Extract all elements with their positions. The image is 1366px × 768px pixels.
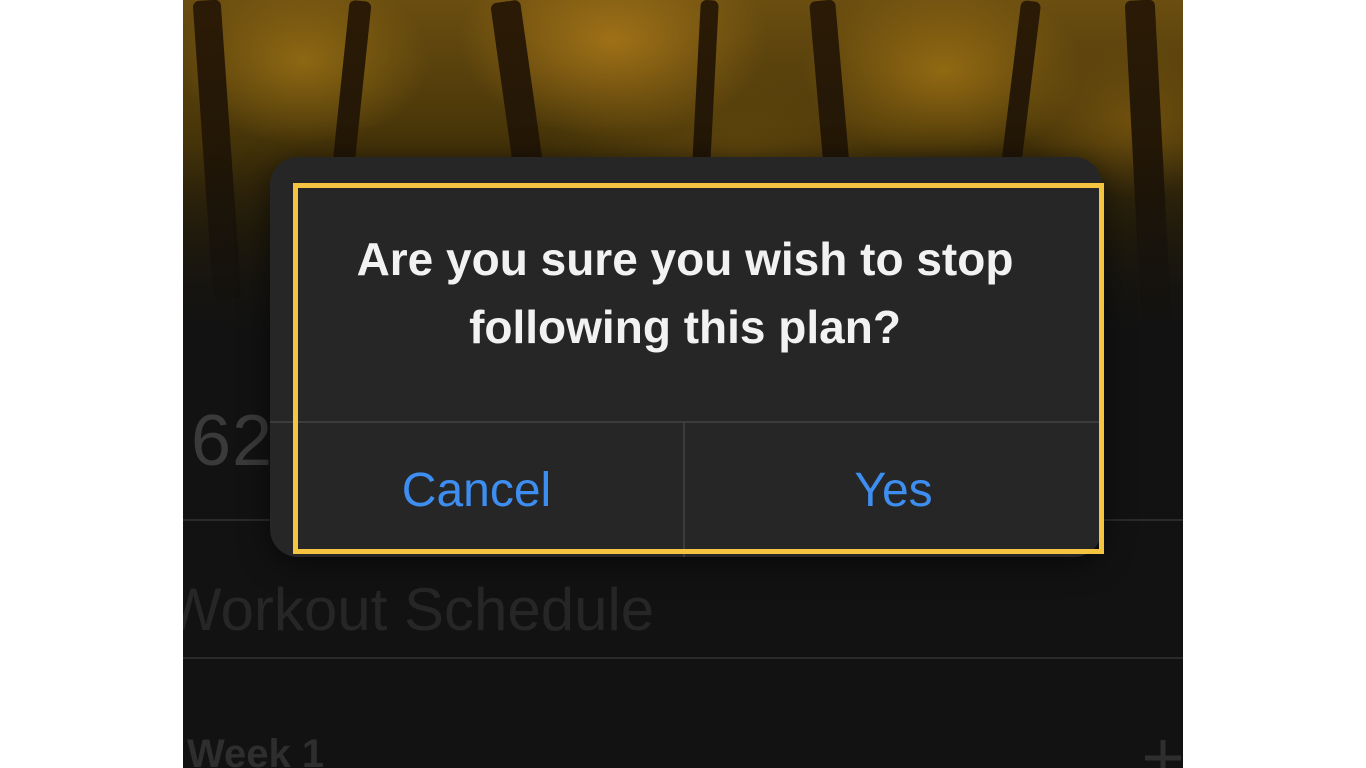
stat-value: 62 [191, 401, 274, 481]
confirm-dialog: Are you sure you wish to stop following … [270, 157, 1102, 557]
divider [183, 657, 1183, 659]
yes-button[interactable]: Yes [685, 423, 1102, 557]
cancel-button[interactable]: Cancel [270, 423, 683, 557]
week-header[interactable]: Week 1 [187, 732, 324, 768]
section-title: Workout Schedule [183, 576, 655, 643]
plus-icon[interactable] [1138, 728, 1183, 768]
dialog-message: Are you sure you wish to stop following … [356, 233, 1014, 353]
